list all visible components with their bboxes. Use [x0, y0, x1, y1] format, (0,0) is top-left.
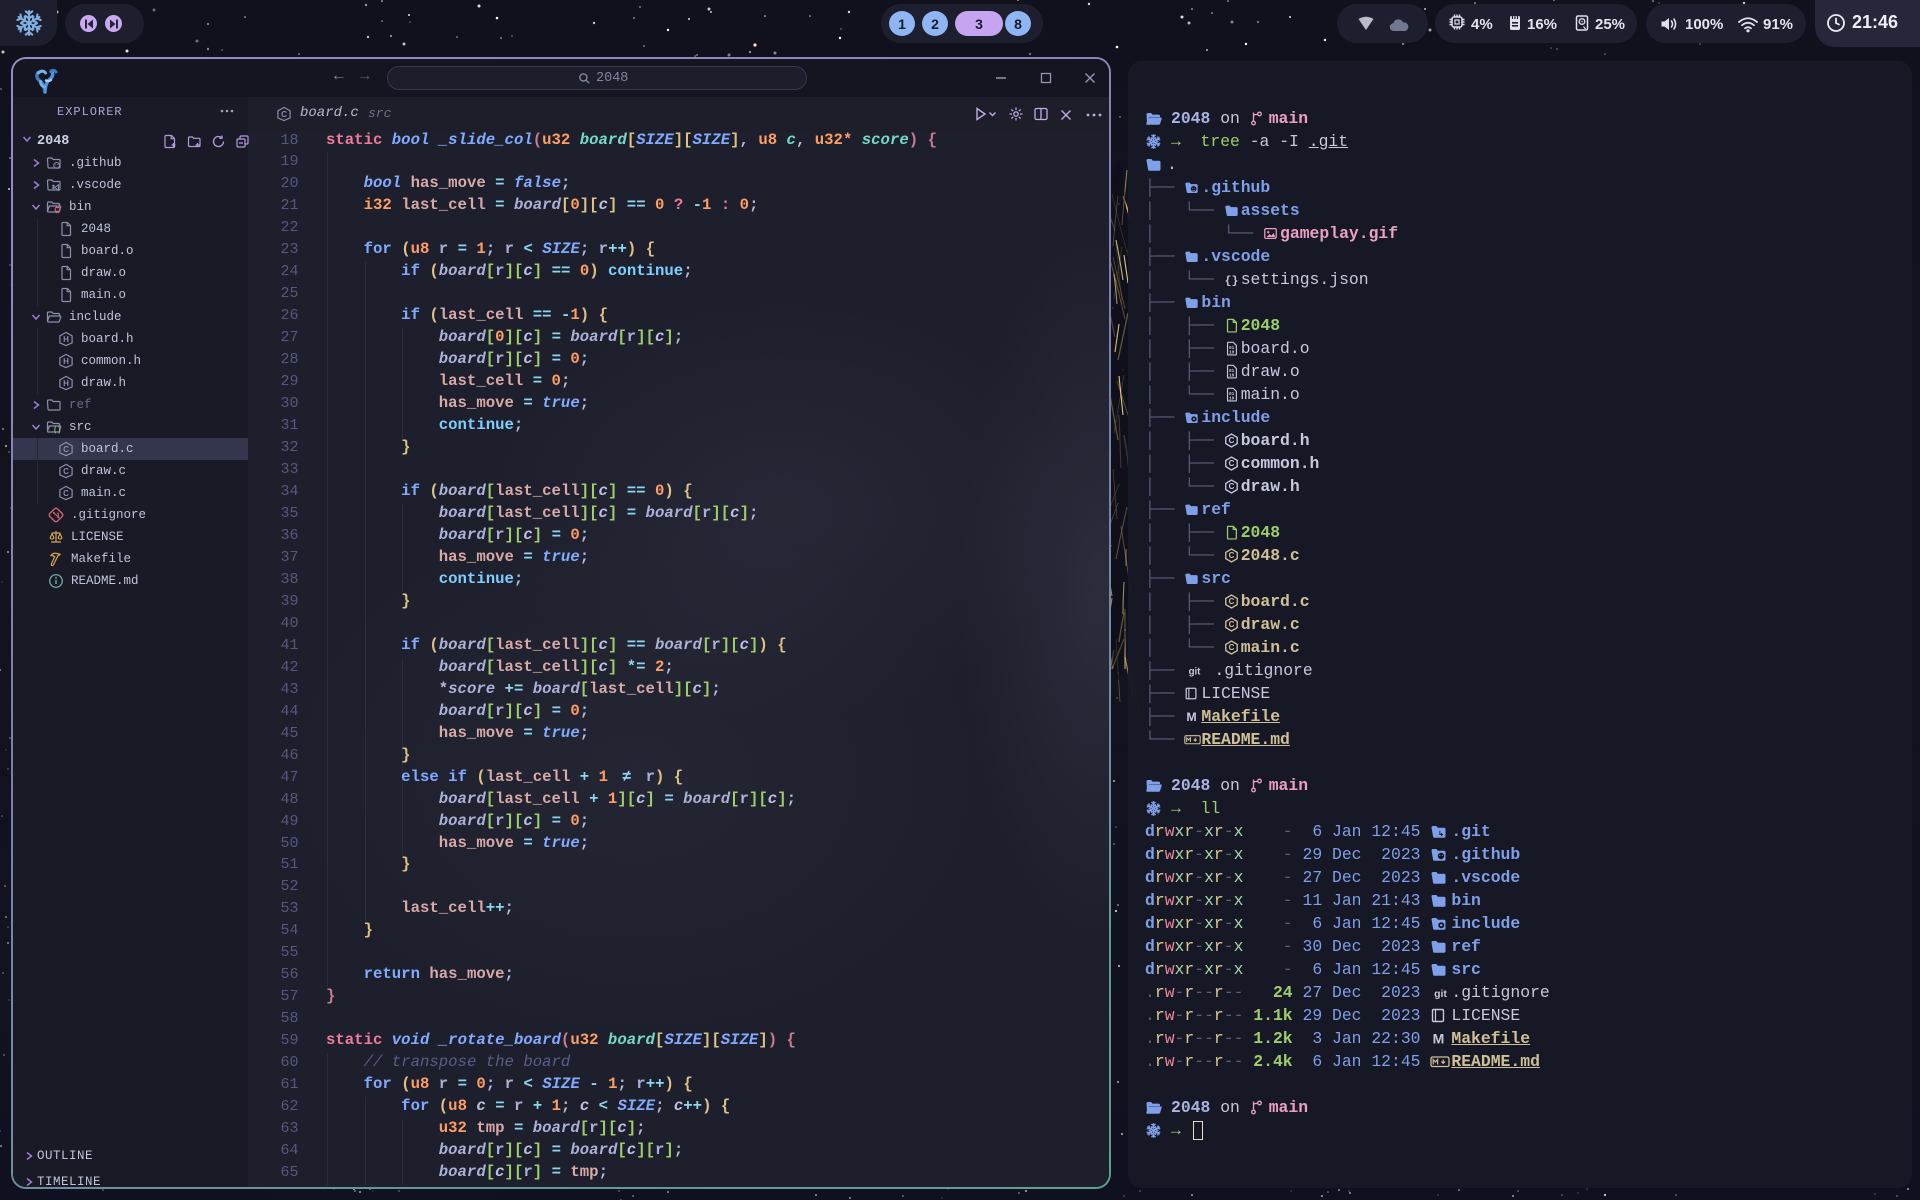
svg-text:10: 10	[1229, 372, 1235, 378]
svg-text:C: C	[63, 467, 69, 476]
svg-text:M: M	[1433, 1031, 1445, 1047]
svg-text:git: git	[1434, 988, 1447, 1000]
svg-text:C: C	[281, 110, 287, 119]
svg-text:C: C	[1228, 459, 1234, 468]
svg-text:C: C	[1228, 436, 1234, 445]
svg-text:H: H	[63, 379, 69, 388]
svg-text:M: M	[1187, 710, 1197, 724]
svg-text:C: C	[1228, 597, 1234, 606]
svg-text:10: 10	[1229, 395, 1235, 401]
svg-text:H: H	[63, 335, 69, 344]
svg-text:C: C	[1228, 551, 1234, 560]
svg-text:(): ()	[53, 427, 61, 435]
svg-text:{}: {}	[1224, 274, 1238, 287]
svg-text:C: C	[63, 489, 69, 498]
svg-text:H: H	[63, 357, 69, 366]
svg-text:↳: ↳	[1438, 830, 1444, 838]
svg-text:C: C	[63, 445, 69, 454]
svg-text:C: C	[1228, 482, 1234, 491]
svg-text:10: 10	[1229, 349, 1235, 355]
svg-text:C: C	[1228, 620, 1234, 629]
svg-text:C: C	[1228, 643, 1234, 652]
svg-text:git: git	[1189, 666, 1202, 677]
